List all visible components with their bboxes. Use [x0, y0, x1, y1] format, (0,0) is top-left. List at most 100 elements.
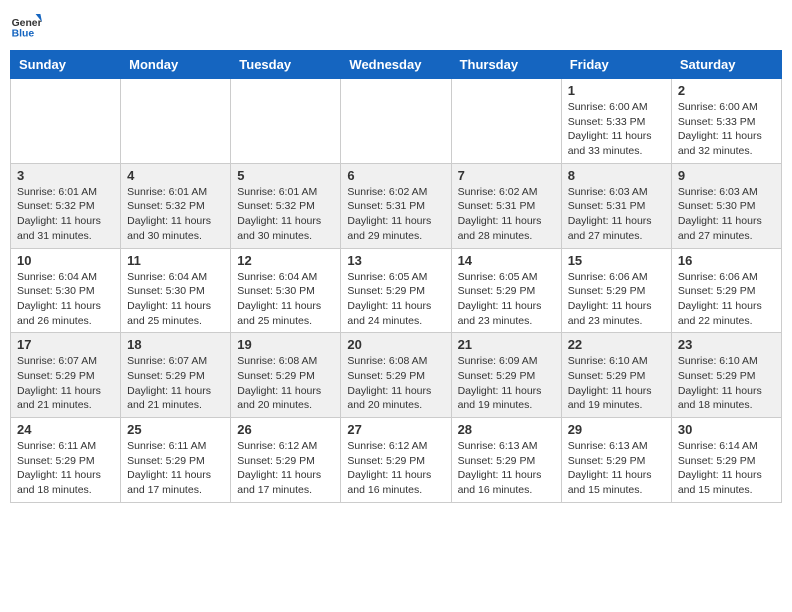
day-cell: 14Sunrise: 6:05 AM Sunset: 5:29 PM Dayli…	[451, 248, 561, 333]
day-cell: 30 Sunrise: 6:14 AM Sunset: 5:29 PM Dayli…	[671, 418, 781, 503]
weekday-header-monday: Monday	[121, 51, 231, 79]
day-number: 15	[568, 253, 665, 268]
day-number: 21	[458, 337, 555, 352]
day-info: Sunrise: 6:05 AM Sunset: 5:29 PM Dayligh…	[458, 270, 555, 329]
day-cell: 12 Sunrise: 6:04 AM Sunset: 5:30 PM Dayli…	[231, 248, 341, 333]
day-info: Sunrise: 6:11 AM Sunset: 5:29 PM Dayligh…	[127, 439, 224, 498]
day-number: 1	[568, 83, 665, 98]
day-info: Sunrise: 6:03 AM Sunset: 5:31 PM Dayligh…	[568, 185, 665, 244]
day-number: 30	[678, 422, 775, 437]
day-number: 27	[347, 422, 444, 437]
page-header: General Blue	[10, 10, 782, 42]
day-cell: 21 Sunrise: 6:09 AM Sunset: 5:29 PM Dayli…	[451, 333, 561, 418]
day-cell: 16Sunrise: 6:06 AM Sunset: 5:29 PM Dayli…	[671, 248, 781, 333]
day-info: Sunrise: 6:14 AM Sunset: 5:29 PM Dayligh…	[678, 439, 775, 498]
day-cell	[231, 79, 341, 164]
day-info: Sunrise: 6:01 AM Sunset: 5:32 PM Dayligh…	[17, 185, 114, 244]
day-cell	[341, 79, 451, 164]
day-cell: 1 Sunrise: 6:00 AM Sunset: 5:33 PM Daylig…	[561, 79, 671, 164]
day-info: Sunrise: 6:13 AM Sunset: 5:29 PM Dayligh…	[568, 439, 665, 498]
day-info: Sunrise: 6:10 AM Sunset: 5:29 PM Dayligh…	[568, 354, 665, 413]
day-info: Sunrise: 6:04 AM Sunset: 5:30 PM Dayligh…	[127, 270, 224, 329]
day-cell: 8Sunrise: 6:03 AM Sunset: 5:31 PM Daylig…	[561, 163, 671, 248]
svg-text:General: General	[12, 18, 42, 29]
day-cell: 20 Sunrise: 6:08 AM Sunset: 5:29 PM Dayli…	[341, 333, 451, 418]
day-cell: 24 Sunrise: 6:11 AM Sunset: 5:29 PM Dayli…	[11, 418, 121, 503]
day-cell: 4Sunrise: 6:01 AM Sunset: 5:32 PM Daylig…	[121, 163, 231, 248]
day-number: 17	[17, 337, 114, 352]
day-info: Sunrise: 6:05 AM Sunset: 5:29 PM Dayligh…	[347, 270, 444, 329]
day-number: 7	[458, 168, 555, 183]
day-info: Sunrise: 6:12 AM Sunset: 5:29 PM Dayligh…	[347, 439, 444, 498]
day-info: Sunrise: 6:06 AM Sunset: 5:29 PM Dayligh…	[678, 270, 775, 329]
day-cell: 27 Sunrise: 6:12 AM Sunset: 5:29 PM Dayli…	[341, 418, 451, 503]
day-info: Sunrise: 6:01 AM Sunset: 5:32 PM Dayligh…	[127, 185, 224, 244]
day-info: Sunrise: 6:03 AM Sunset: 5:30 PM Dayligh…	[678, 185, 775, 244]
svg-text:Blue: Blue	[12, 28, 35, 39]
day-number: 11	[127, 253, 224, 268]
day-info: Sunrise: 6:02 AM Sunset: 5:31 PM Dayligh…	[458, 185, 555, 244]
day-cell: 7 Sunrise: 6:02 AM Sunset: 5:31 PM Daylig…	[451, 163, 561, 248]
day-number: 12	[237, 253, 334, 268]
day-number: 26	[237, 422, 334, 437]
day-number: 25	[127, 422, 224, 437]
day-cell	[11, 79, 121, 164]
day-number: 3	[17, 168, 114, 183]
day-info: Sunrise: 6:07 AM Sunset: 5:29 PM Dayligh…	[17, 354, 114, 413]
day-cell: 22 Sunrise: 6:10 AM Sunset: 5:29 PM Dayli…	[561, 333, 671, 418]
day-number: 5	[237, 168, 334, 183]
day-cell: 29 Sunrise: 6:13 AM Sunset: 5:29 PM Dayli…	[561, 418, 671, 503]
day-info: Sunrise: 6:01 AM Sunset: 5:32 PM Dayligh…	[237, 185, 334, 244]
day-cell: 3 Sunrise: 6:01 AM Sunset: 5:32 PM Daylig…	[11, 163, 121, 248]
day-info: Sunrise: 6:04 AM Sunset: 5:30 PM Dayligh…	[237, 270, 334, 329]
day-info: Sunrise: 6:10 AM Sunset: 5:29 PM Dayligh…	[678, 354, 775, 413]
day-cell: 10Sunrise: 6:04 AM Sunset: 5:30 PM Dayli…	[11, 248, 121, 333]
day-cell: 19 Sunrise: 6:08 AM Sunset: 5:29 PM Dayli…	[231, 333, 341, 418]
day-info: Sunrise: 6:07 AM Sunset: 5:29 PM Dayligh…	[127, 354, 224, 413]
weekday-header-row: SundayMondayTuesdayWednesdayThursdayFrid…	[11, 51, 782, 79]
day-info: Sunrise: 6:06 AM Sunset: 5:29 PM Dayligh…	[568, 270, 665, 329]
day-info: Sunrise: 6:11 AM Sunset: 5:29 PM Dayligh…	[17, 439, 114, 498]
day-number: 23	[678, 337, 775, 352]
weekday-header-friday: Friday	[561, 51, 671, 79]
logo: General Blue	[10, 10, 46, 42]
day-info: Sunrise: 6:02 AM Sunset: 5:31 PM Dayligh…	[347, 185, 444, 244]
day-info: Sunrise: 6:04 AM Sunset: 5:30 PM Dayligh…	[17, 270, 114, 329]
day-info: Sunrise: 6:00 AM Sunset: 5:33 PM Dayligh…	[678, 100, 775, 159]
weekday-header-thursday: Thursday	[451, 51, 561, 79]
day-info: Sunrise: 6:12 AM Sunset: 5:29 PM Dayligh…	[237, 439, 334, 498]
day-number: 24	[17, 422, 114, 437]
day-info: Sunrise: 6:08 AM Sunset: 5:29 PM Dayligh…	[347, 354, 444, 413]
weekday-header-wednesday: Wednesday	[341, 51, 451, 79]
week-row-3: 10Sunrise: 6:04 AM Sunset: 5:30 PM Dayli…	[11, 248, 782, 333]
day-cell: 15 Sunrise: 6:06 AM Sunset: 5:29 PM Dayli…	[561, 248, 671, 333]
day-info: Sunrise: 6:09 AM Sunset: 5:29 PM Dayligh…	[458, 354, 555, 413]
day-cell: 5 Sunrise: 6:01 AM Sunset: 5:32 PM Daylig…	[231, 163, 341, 248]
day-cell	[451, 79, 561, 164]
day-cell	[121, 79, 231, 164]
week-row-4: 17 Sunrise: 6:07 AM Sunset: 5:29 PM Dayli…	[11, 333, 782, 418]
calendar-table: SundayMondayTuesdayWednesdayThursdayFrid…	[10, 50, 782, 503]
weekday-header-saturday: Saturday	[671, 51, 781, 79]
day-number: 22	[568, 337, 665, 352]
day-number: 29	[568, 422, 665, 437]
week-row-1: 1 Sunrise: 6:00 AM Sunset: 5:33 PM Daylig…	[11, 79, 782, 164]
day-number: 20	[347, 337, 444, 352]
day-cell: 25 Sunrise: 6:11 AM Sunset: 5:29 PM Dayli…	[121, 418, 231, 503]
day-cell: 28Sunrise: 6:13 AM Sunset: 5:29 PM Dayli…	[451, 418, 561, 503]
day-cell: 18 Sunrise: 6:07 AM Sunset: 5:29 PM Dayli…	[121, 333, 231, 418]
day-cell: 6 Sunrise: 6:02 AM Sunset: 5:31 PM Daylig…	[341, 163, 451, 248]
day-info: Sunrise: 6:08 AM Sunset: 5:29 PM Dayligh…	[237, 354, 334, 413]
day-cell: 11 Sunrise: 6:04 AM Sunset: 5:30 PM Dayli…	[121, 248, 231, 333]
day-number: 28	[458, 422, 555, 437]
week-row-5: 24 Sunrise: 6:11 AM Sunset: 5:29 PM Dayli…	[11, 418, 782, 503]
day-cell: 13 Sunrise: 6:05 AM Sunset: 5:29 PM Dayli…	[341, 248, 451, 333]
day-number: 19	[237, 337, 334, 352]
day-number: 6	[347, 168, 444, 183]
day-number: 18	[127, 337, 224, 352]
day-cell: 2Sunrise: 6:00 AM Sunset: 5:33 PM Daylig…	[671, 79, 781, 164]
weekday-header-tuesday: Tuesday	[231, 51, 341, 79]
day-number: 13	[347, 253, 444, 268]
day-info: Sunrise: 6:00 AM Sunset: 5:33 PM Dayligh…	[568, 100, 665, 159]
weekday-header-sunday: Sunday	[11, 51, 121, 79]
